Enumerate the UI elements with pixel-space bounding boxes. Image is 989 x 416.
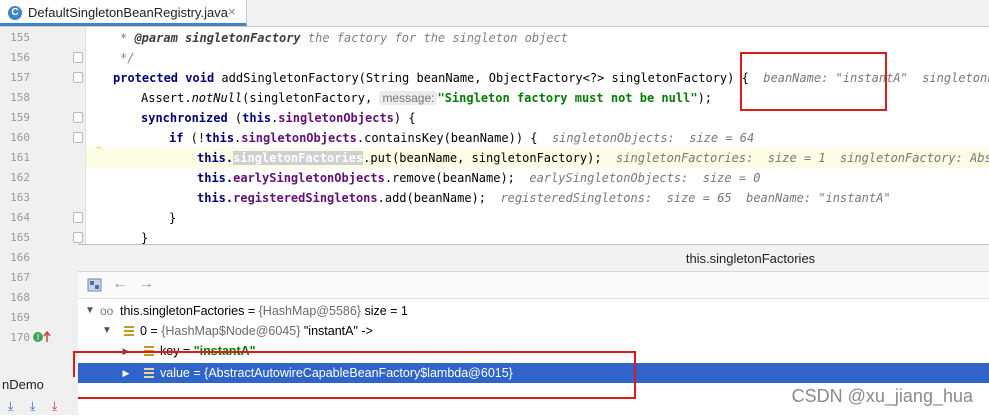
fold-start-icon[interactable] bbox=[73, 132, 83, 143]
line-number: 167 bbox=[10, 271, 30, 284]
inline-value-hint: singletonFactories: size = 1 singletonFa… bbox=[616, 151, 989, 165]
step-into-icon[interactable]: ⤓ bbox=[30, 399, 35, 414]
back-arrow-icon[interactable]: ← bbox=[112, 275, 128, 293]
tree-row[interactable]: ▼ oo this.singletonFactories = {HashMap@… bbox=[78, 301, 989, 321]
expanded-arrow-icon[interactable]: ▼ bbox=[101, 321, 113, 341]
tab-title: DefaultSingletonBeanRegistry.java bbox=[28, 5, 228, 20]
red-highlight-box bbox=[73, 351, 636, 399]
code-line-155: * @param singletonFactory the factory fo… bbox=[120, 31, 568, 45]
run-panel-strip: nDemo ⤓ ⤓ ⤓ bbox=[0, 377, 78, 415]
implementation-marker-icon[interactable]: I bbox=[32, 330, 54, 344]
step-over-icon[interactable]: ⤓ bbox=[8, 399, 13, 414]
fold-end-icon[interactable] bbox=[73, 52, 83, 63]
inline-value-hint: earlySingletonObjects: size = 0 bbox=[529, 171, 761, 185]
editor-tab-active[interactable]: C DefaultSingletonBeanRegistry.java × bbox=[0, 0, 247, 26]
popup-toolbar: ← → bbox=[78, 272, 989, 299]
line-number: 158 bbox=[10, 91, 30, 104]
line-number: 155 bbox=[10, 31, 30, 44]
code-line-163: this.registeredSingletons.add(beanName);… bbox=[197, 191, 891, 205]
fold-end-icon[interactable] bbox=[73, 212, 83, 223]
java-class-icon: C bbox=[8, 6, 22, 20]
svg-text:I: I bbox=[37, 333, 39, 342]
red-highlight-box bbox=[740, 52, 887, 111]
fold-start-icon[interactable] bbox=[73, 72, 83, 83]
code-line-162: this.earlySingletonObjects.remove(beanNa… bbox=[197, 171, 761, 185]
line-number: 159 bbox=[10, 111, 30, 124]
tree-row[interactable]: ▼ 0 = {HashMap$Node@6045} "instantA" -> bbox=[78, 321, 989, 341]
code-line-160: if (!this.singletonObjects.containsKey(b… bbox=[169, 131, 755, 145]
tree-node-label: this.singletonFactories = {HashMap@5586}… bbox=[120, 304, 408, 318]
code-line-159: synchronized (this.singletonObjects) { bbox=[141, 111, 416, 125]
tab-close-icon[interactable]: × bbox=[228, 4, 236, 19]
line-number: 169 bbox=[10, 311, 30, 324]
editor-gutter: 155 156 157 158 159 160 161 162 163 164 … bbox=[0, 27, 104, 377]
popup-title-bar: this.singletonFactories bbox=[78, 245, 989, 272]
tree-node-label: 0 = {HashMap$Node@6045} "instantA" -> bbox=[140, 324, 373, 338]
parameter-hint: message: bbox=[379, 91, 438, 105]
expanded-arrow-icon[interactable]: ▼ bbox=[84, 301, 96, 321]
line-number: 160 bbox=[10, 131, 30, 144]
forward-arrow-icon[interactable]: → bbox=[138, 275, 154, 293]
line-number: 161 bbox=[10, 151, 30, 164]
code-line-161-current: this.singletonFactories.put(beanName, si… bbox=[86, 148, 989, 168]
line-number: 168 bbox=[10, 291, 30, 304]
line-number: 166 bbox=[10, 251, 30, 264]
line-number: 162 bbox=[10, 171, 30, 184]
editor-tab-bar: C DefaultSingletonBeanRegistry.java × bbox=[0, 0, 989, 27]
code-line-164: } bbox=[169, 211, 177, 225]
popup-title: this.singletonFactories bbox=[685, 251, 816, 266]
inline-value-hint: singletonObjects: size = 64 bbox=[551, 131, 755, 145]
line-number: 170 bbox=[10, 331, 30, 344]
force-step-into-icon[interactable]: ⤓ bbox=[52, 399, 57, 414]
fold-end-icon[interactable] bbox=[73, 232, 83, 243]
line-number: 157 bbox=[10, 71, 30, 84]
line-number: 163 bbox=[10, 191, 30, 204]
object-view-icon[interactable] bbox=[87, 278, 102, 292]
line-number: 164 bbox=[10, 211, 30, 224]
watermark: CSDN @xu_jiang_hua bbox=[791, 386, 973, 406]
watch-glasses-icon: oo bbox=[100, 304, 114, 318]
run-config-label[interactable]: nDemo bbox=[2, 377, 44, 392]
inline-value-hint: registeredSingletons: size = 65 beanName… bbox=[500, 191, 891, 205]
line-number: 165 bbox=[10, 231, 30, 244]
field-icon bbox=[124, 326, 134, 336]
line-number: 156 bbox=[10, 51, 30, 64]
fold-start-icon[interactable] bbox=[73, 112, 83, 123]
